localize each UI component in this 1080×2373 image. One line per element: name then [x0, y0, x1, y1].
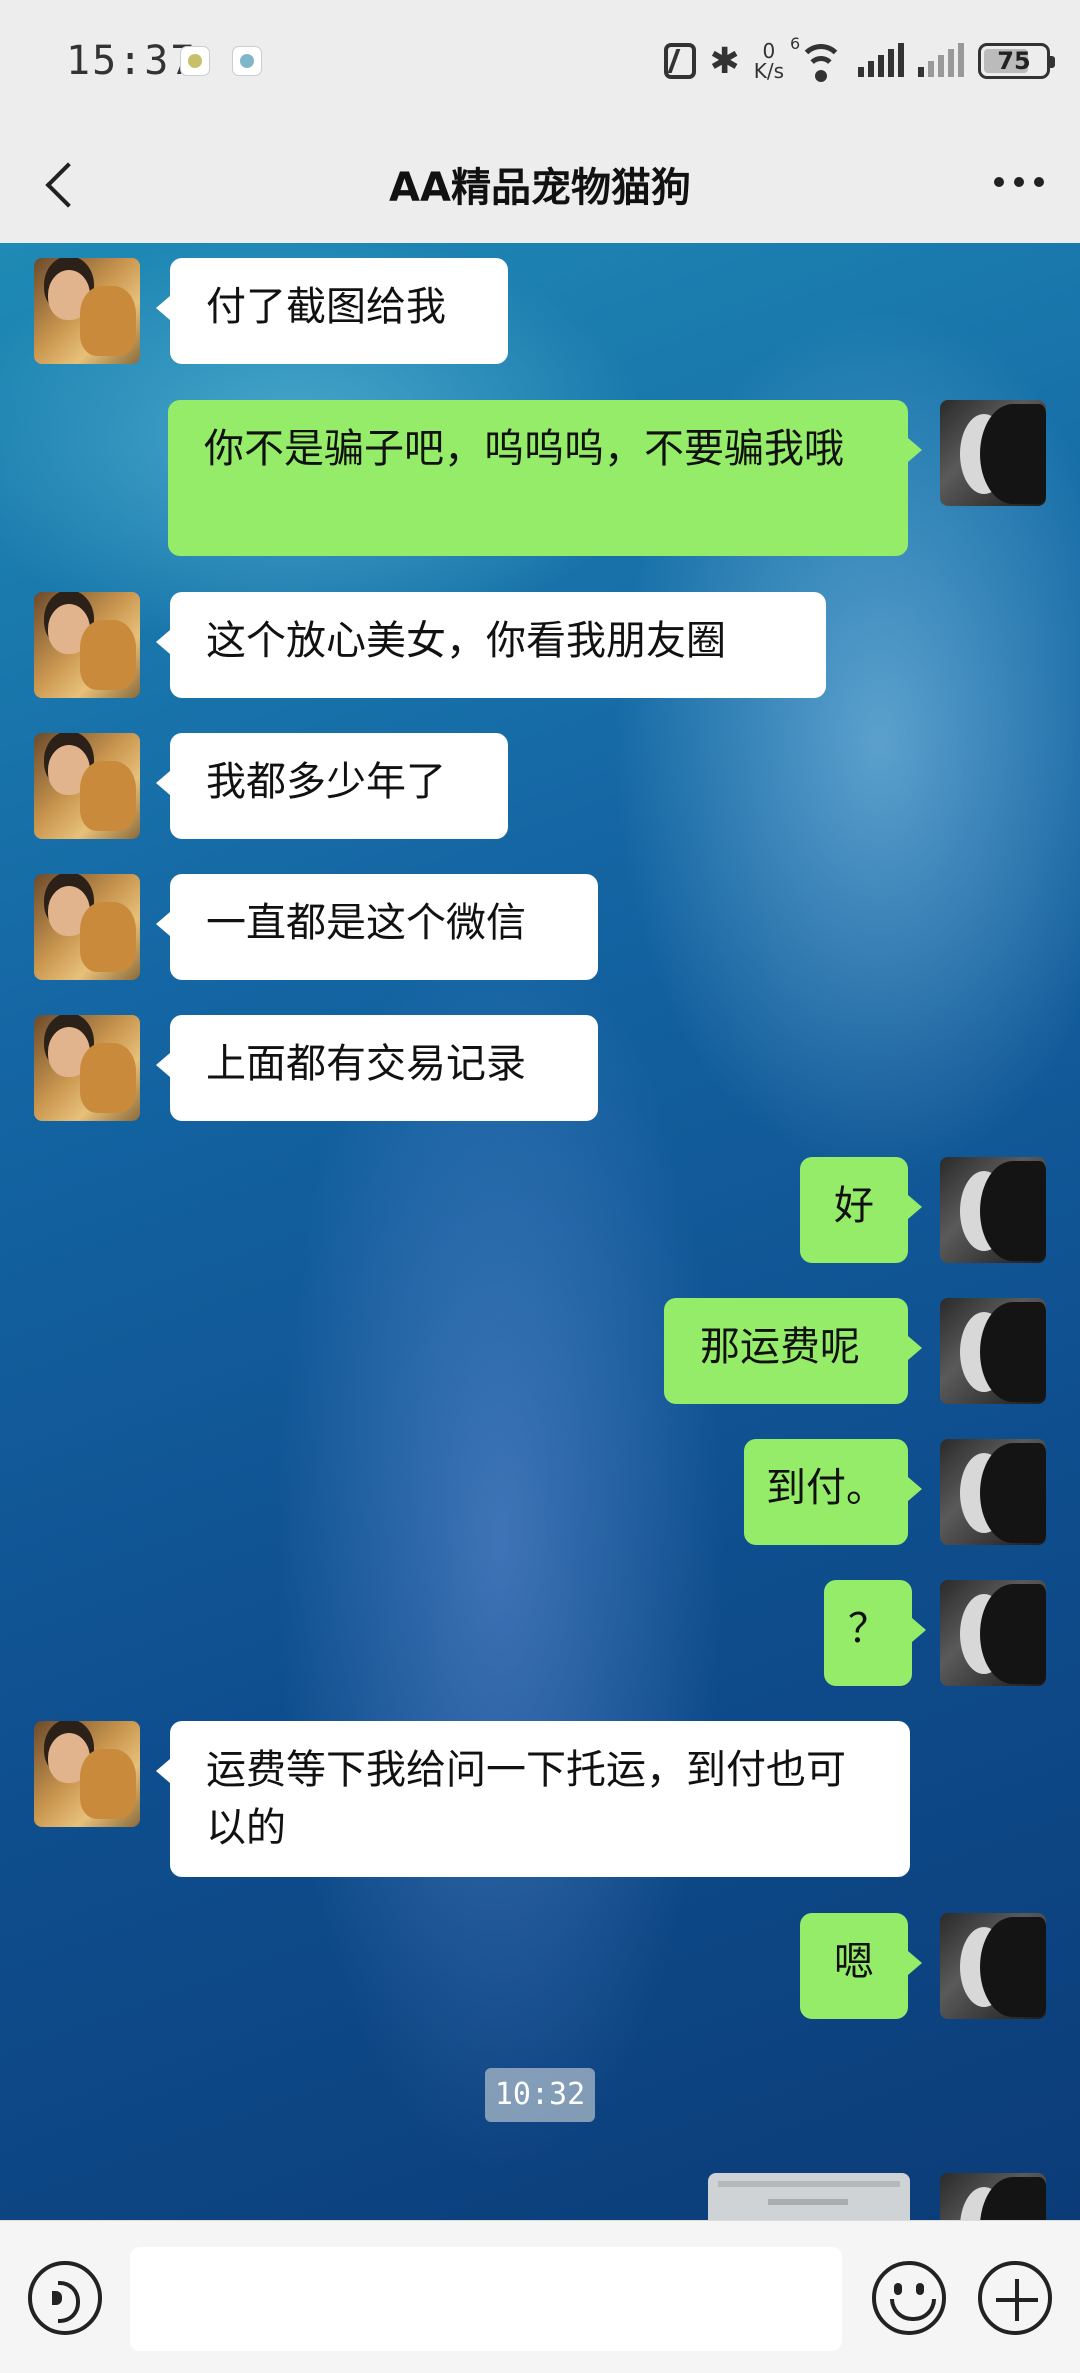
contact-avatar[interactable]	[34, 592, 140, 698]
contact-avatar[interactable]	[34, 874, 140, 980]
sent-message-bubble[interactable]: 那运费呢	[664, 1298, 922, 1404]
input-bar	[0, 2220, 1080, 2373]
status-bar: 15:37 ✱ 0 K/s 6 75	[0, 0, 1080, 125]
network-speed-value: 0	[762, 39, 776, 63]
sent-message-bubble[interactable]: 到付。	[744, 1439, 922, 1545]
wifi-icon: 6	[790, 34, 844, 82]
received-message-bubble[interactable]: 我都多少年了	[156, 733, 508, 839]
sender-avatar[interactable]	[940, 1580, 1046, 1686]
chat-header: AA精品宠物猫狗	[0, 125, 1080, 243]
received-message-bubble[interactable]: 这个放心美女，你看我朋友圈	[156, 592, 826, 698]
received-message-bubble[interactable]: 付了截图给我	[156, 258, 508, 364]
sender-avatar[interactable]	[940, 400, 1046, 506]
sender-avatar[interactable]	[940, 1913, 1046, 2019]
bluetooth-icon: ✱	[709, 40, 740, 82]
emoji-icon[interactable]	[872, 2261, 946, 2335]
app-notification-icon	[232, 46, 262, 76]
contact-avatar[interactable]	[34, 733, 140, 839]
chat-title: AA精品宠物猫狗	[389, 165, 691, 211]
network-speed-unit: K/s	[753, 59, 784, 83]
sent-message-bubble[interactable]: 好	[800, 1157, 922, 1263]
message-timestamp: 10:32	[485, 2068, 595, 2122]
status-time: 15:37	[66, 38, 197, 84]
battery-percent: 75	[997, 47, 1031, 75]
contact-avatar[interactable]	[34, 1015, 140, 1121]
network-speed: 0 K/s	[754, 41, 784, 81]
received-message-bubble[interactable]: 一直都是这个微信	[156, 874, 598, 980]
sent-message-bubble[interactable]: ？	[824, 1580, 926, 1686]
signal-icon	[918, 43, 964, 77]
battery-icon: 75	[978, 43, 1055, 79]
chat-messages[interactable]: 付了截图给我你不是骗子吧，呜呜呜，不要骗我哦这个放心美女，你看我朋友圈 我都多少年…	[0, 243, 1080, 2220]
status-indicators: ✱ 0 K/s 6 75	[663, 34, 1055, 86]
contact-avatar[interactable]	[34, 258, 140, 364]
wifi-generation: 6	[790, 34, 801, 53]
message-input[interactable]	[130, 2247, 842, 2351]
chevron-left-icon[interactable]	[40, 161, 80, 207]
sender-avatar[interactable]	[940, 2173, 1046, 2220]
received-message-bubble[interactable]: 上面都有交易记录	[156, 1015, 598, 1121]
signal-icon	[858, 43, 904, 77]
nfc-icon	[663, 43, 696, 79]
sender-avatar[interactable]	[940, 1298, 1046, 1404]
sender-avatar[interactable]	[940, 1157, 1046, 1263]
app-notification-icon	[180, 46, 210, 76]
contact-avatar[interactable]	[34, 1721, 140, 1827]
received-message-bubble[interactable]: 运费等下我给问一下托运，到付也可以的	[156, 1721, 910, 1877]
plus-icon[interactable]	[978, 2261, 1052, 2335]
sent-message-bubble[interactable]: 你不是骗子吧，呜呜呜，不要骗我哦	[168, 400, 922, 556]
sender-avatar[interactable]	[940, 1439, 1046, 1545]
voice-icon[interactable]	[28, 2261, 102, 2335]
more-dots-icon[interactable]	[994, 177, 1044, 189]
image-message-thumbnail[interactable]	[708, 2173, 910, 2220]
sent-message-bubble[interactable]: 嗯	[800, 1913, 922, 2019]
